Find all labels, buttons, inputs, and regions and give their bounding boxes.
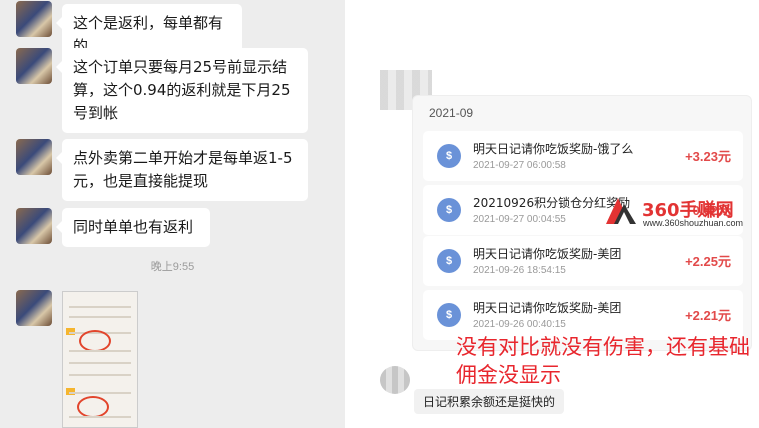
avatar[interactable] [380,366,410,394]
message-bubble[interactable]: 日记积累余额还是挺快的 [414,389,565,414]
avatar[interactable] [16,139,52,175]
list-item[interactable]: $ 明天日记请你吃饭奖励-饿了么 2021-09-27 06:00:58 +3.… [423,131,743,181]
item-title: 明天日记请你吃饭奖励-美团 [473,247,622,261]
money-bag-icon: $ [437,198,461,222]
avatar[interactable] [16,48,52,84]
item-title: 明天日记请你吃饭奖励-美团 [473,301,622,315]
message-text: 这个订单只要每月25号前显示结算，这个0.94的返利就是下月25号到帐 [73,58,291,122]
chat-panel: 这个是返利，每单都有的 这个订单只要每月25号前显示结算，这个0.94的返利就是… [0,0,345,428]
item-time: 2021-09-26 18:54:15 [473,265,566,276]
item-time: 2021-09-27 00:04:55 [473,214,566,225]
watermark-url: www.360shouzhuan.com [643,218,744,228]
money-bag-icon: $ [437,144,461,168]
avatar[interactable] [16,290,52,326]
list-item[interactable]: $ 明天日记请你吃饭奖励-美团 2021-09-26 18:54:15 +2.2… [423,236,743,286]
watermark: 360手赚网 www.360shouzhuan.com [600,194,759,232]
message-bubble[interactable]: 同时单单也有返利 [56,208,210,247]
message-bubble[interactable]: 点外卖第二单开始才是每单返1-5元，也是直接能提现 [56,139,308,201]
item-time: 2021-09-26 00:40:15 [473,319,566,330]
message-bubble[interactable]: 这个订单只要每月25号前显示结算，这个0.94的返利就是下月25号到帐 [56,48,308,133]
money-bag-icon: $ [437,249,461,273]
message-text: 同时单单也有返利 [73,218,194,236]
item-amount: +3.23元 [685,149,731,164]
item-title: 明天日记请你吃饭奖励-饿了么 [473,142,634,156]
avatar[interactable] [16,1,52,37]
item-time: 2021-09-27 06:00:58 [473,160,566,171]
money-bag-icon: $ [437,303,461,327]
screenshot-thumbnail[interactable] [62,291,138,428]
message-text: 日记积累余额还是挺快的 [423,395,556,409]
message-text: 点外卖第二单开始才是每单返1-5元，也是直接能提现 [73,149,293,190]
month-label: 2021-09 [429,106,474,120]
item-amount: +2.21元 [685,308,731,323]
item-amount: +2.25元 [685,254,731,269]
annotation-text: 没有对比就没有伤害，还有基础佣金没显示 [456,335,750,387]
site-logo-icon [606,198,636,224]
timestamp: 晚上9:55 [150,261,195,273]
avatar[interactable] [16,208,52,244]
